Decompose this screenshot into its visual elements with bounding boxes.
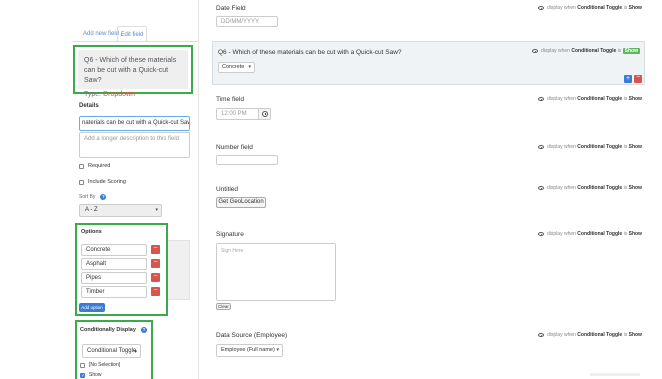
question-card: Q6 - Which of these materials can be cut… — [73, 45, 193, 98]
chevron-down-icon: ▾ — [155, 207, 158, 213]
option-input[interactable]: Asphalt — [81, 258, 147, 270]
display-condition-note: display when Conditional Toggle is Show — [532, 48, 640, 54]
chevron-down-icon: ▾ — [276, 347, 279, 353]
cond-no-selection-row[interactable]: [No Selection] — [80, 362, 120, 368]
option-row: Pipes − — [81, 272, 161, 284]
display-condition-note: display when Conditional Toggle is Show — [538, 332, 642, 338]
datasource-select[interactable]: Employee (Full name) ▾ — [216, 344, 283, 357]
q6-dropdown[interactable]: Concrete ▾ — [218, 62, 255, 73]
include-scoring-row[interactable]: Include Scoring — [79, 179, 126, 185]
help-icon[interactable]: ? — [140, 327, 147, 333]
field-editor-panel: Add new field Edit field Q6 - Which of t… — [0, 0, 199, 379]
option-row: Concrete − — [81, 244, 161, 256]
eye-icon — [532, 49, 539, 53]
option-row: Timber − — [81, 286, 161, 298]
display-condition-note: display when Conditional Toggle is Show — [538, 5, 642, 11]
datasource-value: Employee (Full name) — [221, 347, 275, 353]
conditionally-display-heading: Conditionally Display? — [80, 327, 147, 333]
q6-title: Q6 - Which of these materials can be cut… — [218, 49, 402, 56]
clock-icon — [262, 111, 268, 117]
q6-selected-value: Concrete — [222, 64, 245, 70]
include-scoring-checkbox[interactable] — [79, 179, 84, 185]
clock-button[interactable] — [258, 108, 271, 120]
question-card-body: Q6 - Which of these materials can be cut… — [78, 50, 188, 98]
field-title-input[interactable]: naterials can be cut with a Quick-cut Sa… — [79, 116, 190, 131]
options-heading: Options — [81, 229, 102, 235]
question-type-label: Type: — [84, 91, 102, 98]
date-field-label: Date Field — [216, 5, 246, 12]
signature-label: Signature — [216, 231, 244, 238]
conditionally-display-section: Conditionally Display? Conditional Toggl… — [75, 320, 153, 379]
add-option-button[interactable]: Add option — [79, 303, 105, 312]
eye-icon — [538, 145, 544, 149]
selected-question-block[interactable]: Q6 - Which of these materials can be cut… — [212, 41, 645, 85]
sort-by-select[interactable]: A - Z ▾ — [79, 204, 162, 217]
eye-icon — [538, 97, 544, 101]
options-panel-background — [166, 240, 190, 300]
include-scoring-label: Include Scoring — [88, 179, 126, 185]
signature-pad[interactable]: Sign Here — [216, 243, 336, 301]
remove-option-button[interactable]: − — [151, 245, 160, 254]
display-condition-note: display when Conditional Toggle is Show — [538, 144, 642, 150]
remove-option-button[interactable]: − — [151, 259, 160, 268]
eye-icon — [538, 6, 544, 10]
eye-icon — [538, 232, 544, 236]
number-field-label: Number field — [216, 144, 253, 151]
date-input[interactable]: DD/MM/YYYY — [216, 16, 278, 27]
tab-edit-field[interactable]: Edit field — [117, 26, 147, 42]
clear-signature-button[interactable]: Clear — [216, 303, 231, 310]
eye-icon — [538, 186, 544, 190]
question-type-value: Dropdown — [103, 91, 135, 98]
remove-option-button[interactable]: − — [151, 287, 160, 296]
eye-icon — [538, 333, 544, 337]
datasource-label: Data Source (Employee) — [216, 332, 288, 339]
show-badge: Show — [622, 48, 640, 54]
option-input[interactable]: Concrete — [81, 244, 147, 256]
display-condition-note: display when Conditional Toggle is Show — [538, 96, 642, 102]
untitled-label: Untitled — [216, 186, 239, 193]
chevron-down-icon: ▾ — [248, 64, 251, 70]
conditional-field-select[interactable]: Conditional Toggle ▾ — [82, 344, 141, 358]
divider — [590, 373, 640, 376]
cond-show-row[interactable]: ✓ Show — [80, 372, 102, 378]
remove-option-button[interactable]: − — [151, 273, 160, 282]
display-condition-note: display when Conditional Toggle is Show — [538, 231, 642, 237]
details-heading: Details — [79, 103, 99, 109]
tab-divider — [73, 41, 198, 42]
signature-placeholder: Sign Here — [221, 248, 244, 254]
field-description-input[interactable]: Add a longer description to this field — [79, 132, 190, 158]
option-input[interactable]: Timber — [81, 286, 147, 298]
time-input[interactable]: 12:00 PM — [216, 108, 259, 120]
no-selection-checkbox[interactable] — [80, 362, 85, 368]
required-row[interactable]: Required — [79, 163, 110, 169]
sort-by-label: Sort By? — [79, 194, 107, 200]
sort-by-text: Sort By — [79, 194, 96, 200]
conditional-field-value: Conditional Toggle — [87, 348, 137, 354]
options-section: Options Concrete − Asphalt − Pipes − Tim… — [75, 223, 168, 316]
conditionally-display-text: Conditionally Display — [80, 327, 136, 333]
help-icon[interactable]: ? — [100, 194, 107, 200]
remove-field-button[interactable]: − — [634, 74, 642, 83]
chevron-down-icon: ▾ — [134, 349, 137, 355]
sort-by-value: A - Z — [85, 207, 98, 213]
question-title: Q6 - Which of these materials can be cut… — [84, 57, 177, 84]
no-selection-label: [No Selection] — [89, 362, 121, 368]
required-checkbox[interactable] — [79, 163, 84, 169]
show-label: Show — [89, 372, 102, 378]
number-input[interactable] — [216, 155, 278, 165]
display-condition-note: display when Conditional Toggle is Show — [538, 185, 642, 191]
option-row: Asphalt − — [81, 258, 161, 270]
add-field-button[interactable]: + — [624, 75, 632, 83]
get-geolocation-button[interactable]: Get GeoLocation — [216, 197, 266, 208]
option-input[interactable]: Pipes — [81, 272, 147, 284]
required-label: Required — [88, 163, 111, 169]
show-checkbox-checked[interactable]: ✓ — [80, 372, 85, 378]
question-type: Type: Dropdown — [84, 91, 182, 98]
time-field-label: Time field — [216, 96, 244, 103]
